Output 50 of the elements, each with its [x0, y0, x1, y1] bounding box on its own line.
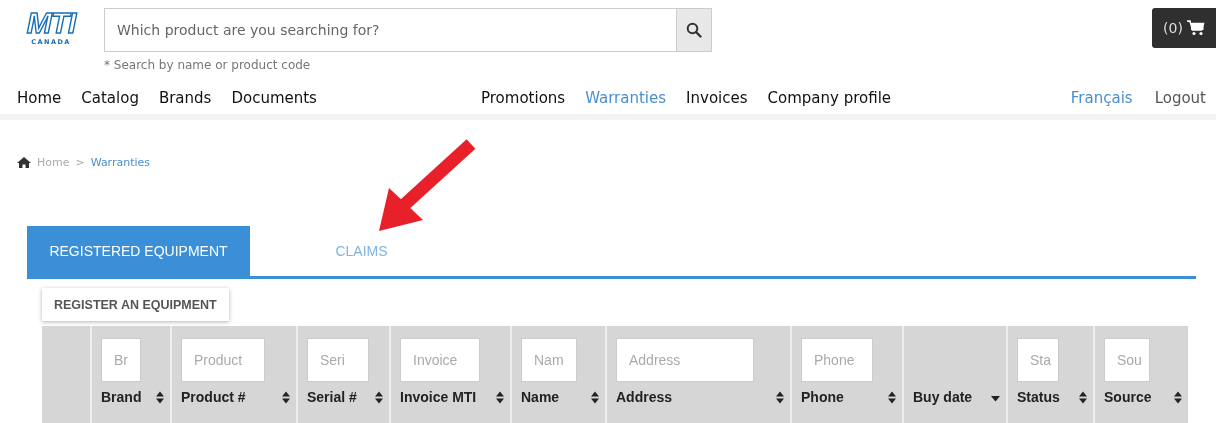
column-header[interactable]: Status: [1017, 389, 1060, 405]
search-button[interactable]: [676, 8, 712, 52]
sort-icon[interactable]: [591, 390, 599, 404]
nav-link[interactable]: Home: [17, 89, 62, 107]
column-header[interactable]: Source: [1104, 389, 1152, 405]
breadcrumb-link[interactable]: Warranties: [90, 155, 151, 169]
filter-field[interactable]: Sta: [1017, 338, 1059, 382]
filter-field[interactable]: Nam: [521, 338, 577, 382]
nav-link[interactable]: Promotions: [481, 89, 566, 107]
sort-icon[interactable]: [776, 390, 784, 404]
language-link[interactable]: Français: [1070, 89, 1133, 107]
register-equipment-button[interactable]: REGISTER AN EQUIPMENT: [42, 288, 229, 321]
logout-link[interactable]: Logout: [1154, 89, 1206, 107]
sort-icon[interactable]: [888, 390, 896, 404]
sort-icon[interactable]: [282, 390, 290, 404]
column-header[interactable]: Invoice MTI: [400, 389, 477, 405]
sort-icon[interactable]: [375, 390, 383, 404]
column-header[interactable]: Buy date: [913, 389, 973, 405]
nav-link[interactable]: Warranties: [585, 89, 667, 107]
sort-icon[interactable]: [1174, 390, 1182, 404]
filter-field[interactable]: Sou: [1104, 338, 1150, 382]
column-header[interactable]: Address: [616, 389, 673, 405]
home-icon: [17, 156, 31, 168]
filter-field[interactable]: Address: [616, 338, 754, 382]
cart-button[interactable]: (0): [1152, 8, 1216, 48]
filter-field[interactable]: Br: [101, 338, 141, 382]
nav-link[interactable]: Company profile: [767, 89, 892, 107]
sort-descending-icon[interactable]: [991, 396, 1000, 402]
nav-link[interactable]: Documents: [231, 89, 317, 107]
column-header[interactable]: Serial #: [307, 389, 357, 405]
sort-icon[interactable]: [156, 390, 164, 404]
logo-wordmark[interactable]: MTI: [26, 8, 76, 38]
filter-field[interactable]: Phone: [801, 338, 873, 382]
filter-field[interactable]: Product: [181, 338, 265, 382]
cart-icon: [1186, 20, 1205, 36]
filter-field[interactable]: Seri: [307, 338, 369, 382]
search-hint: * Search by name or product code: [104, 58, 312, 72]
breadcrumb-separator: >: [75, 155, 85, 169]
nav-link[interactable]: Invoices: [686, 89, 748, 107]
search-field[interactable]: Which product are you searching for?: [104, 8, 676, 52]
search-icon: [686, 22, 702, 38]
sort-icon[interactable]: [496, 390, 504, 404]
filter-field[interactable]: Invoice: [400, 338, 480, 382]
column-header[interactable]: Brand: [101, 389, 142, 405]
nav-link[interactable]: Brands: [158, 89, 212, 107]
column-header[interactable]: Name: [521, 389, 560, 405]
nav-link[interactable]: Catalog: [81, 89, 139, 107]
column-header[interactable]: Phone: [801, 389, 844, 405]
sort-icon[interactable]: [1079, 390, 1087, 404]
column-header[interactable]: Product #: [181, 389, 246, 405]
